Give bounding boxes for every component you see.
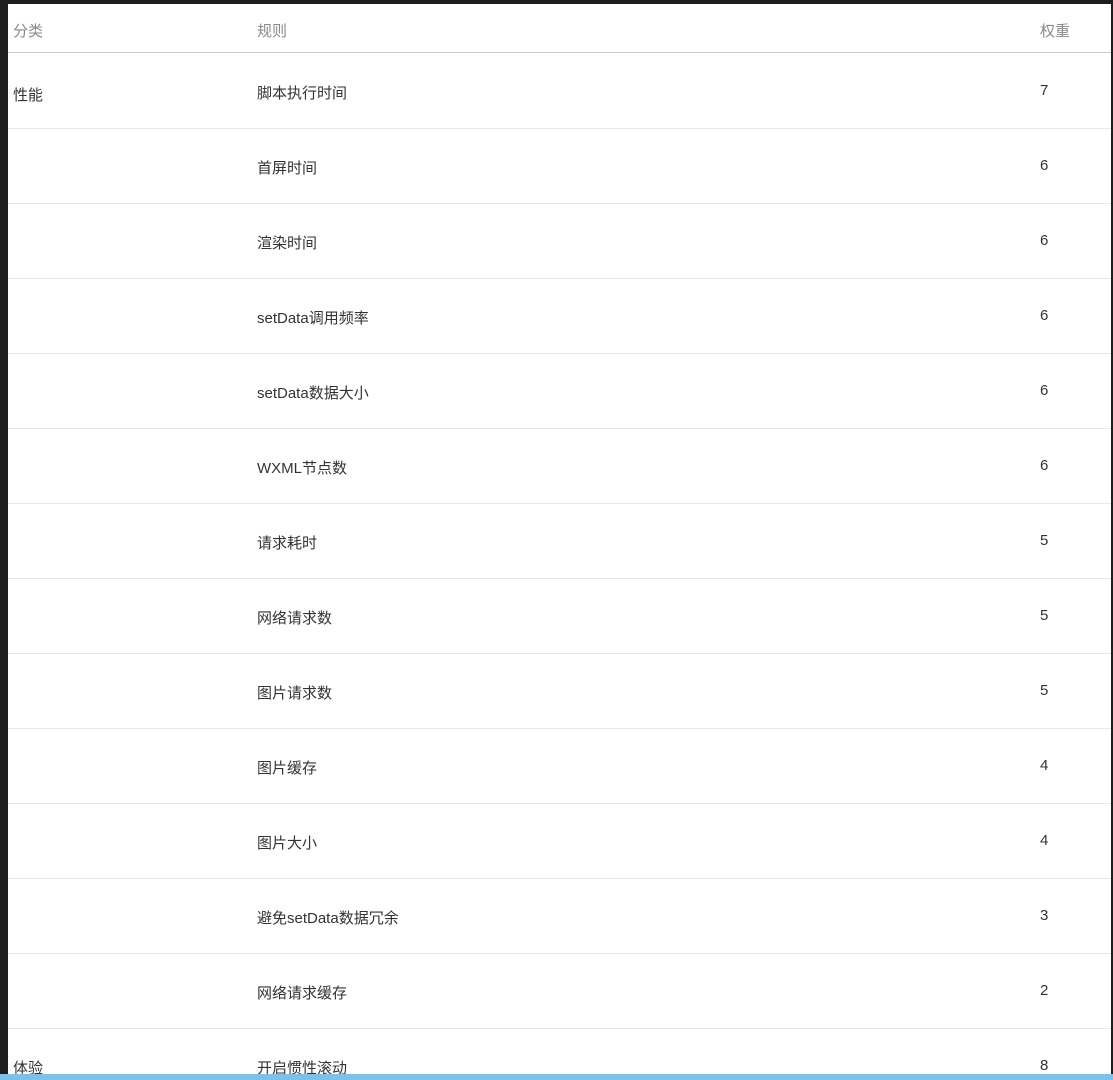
row-weight: 6 <box>1040 457 1049 474</box>
table-row: setData调用频率 6 <box>8 279 1111 354</box>
row-weight: 6 <box>1040 307 1049 324</box>
header-category: 分类 <box>13 23 44 40</box>
row-weight: 2 <box>1040 982 1049 999</box>
row-weight: 4 <box>1040 832 1049 849</box>
table-row: 网络请求缓存 2 <box>8 954 1111 1029</box>
row-weight: 4 <box>1040 757 1049 774</box>
table-row: 体验 开启惯性滚动 8 <box>8 1029 1111 1080</box>
row-rule: setData数据大小 <box>257 385 369 402</box>
row-weight: 5 <box>1040 607 1049 624</box>
row-weight: 5 <box>1040 682 1049 699</box>
row-weight: 8 <box>1040 1057 1049 1074</box>
row-weight: 5 <box>1040 532 1049 549</box>
header-rule: 规则 <box>257 23 288 40</box>
row-rule: 网络请求缓存 <box>257 985 348 1002</box>
bottom-toolbar-strip <box>0 1074 1113 1080</box>
table-body: 性能 脚本执行时间 7 首屏时间 6 渲染时间 6 setData调用频率 6 <box>8 54 1111 1080</box>
row-weight: 6 <box>1040 232 1049 249</box>
table-row: 图片请求数 5 <box>8 654 1111 729</box>
row-weight: 6 <box>1040 157 1049 174</box>
table-row: 图片大小 4 <box>8 804 1111 879</box>
row-rule: 网络请求数 <box>257 610 333 627</box>
row-rule: 图片缓存 <box>257 760 318 777</box>
table-row: WXML节点数 6 <box>8 429 1111 504</box>
table-row: 图片缓存 4 <box>8 729 1111 804</box>
row-category: 性能 <box>13 87 44 104</box>
left-border <box>0 0 8 1080</box>
row-rule: 图片大小 <box>257 835 318 852</box>
row-weight: 6 <box>1040 382 1049 399</box>
row-rule: 避免setData数据冗余 <box>257 910 399 927</box>
table-row: setData数据大小 6 <box>8 354 1111 429</box>
row-rule: 请求耗时 <box>257 535 318 552</box>
table-row: 渲染时间 6 <box>8 204 1111 279</box>
screenshot-frame: 分类 规则 权重 性能 脚本执行时间 7 首屏时间 6 渲染时间 6 setDa… <box>0 0 1113 1080</box>
header-weight: 权重 <box>1040 23 1071 40</box>
table-row: 网络请求数 5 <box>8 579 1111 654</box>
row-rule: 首屏时间 <box>257 160 318 177</box>
row-weight: 7 <box>1040 82 1049 99</box>
row-rule: setData调用频率 <box>257 310 369 327</box>
row-weight: 3 <box>1040 907 1049 924</box>
table-row: 首屏时间 6 <box>8 129 1111 204</box>
row-rule: 渲染时间 <box>257 235 318 252</box>
table-row: 避免setData数据冗余 3 <box>8 879 1111 954</box>
row-rule: WXML节点数 <box>257 460 348 477</box>
table-row: 请求耗时 5 <box>8 504 1111 579</box>
row-rule: 图片请求数 <box>257 685 333 702</box>
rules-table: 分类 规则 权重 性能 脚本执行时间 7 首屏时间 6 渲染时间 6 setDa… <box>8 4 1111 1080</box>
table-row: 性能 脚本执行时间 7 <box>8 54 1111 129</box>
table-header: 分类 规则 权重 <box>8 4 1111 53</box>
row-rule: 脚本执行时间 <box>257 85 348 102</box>
